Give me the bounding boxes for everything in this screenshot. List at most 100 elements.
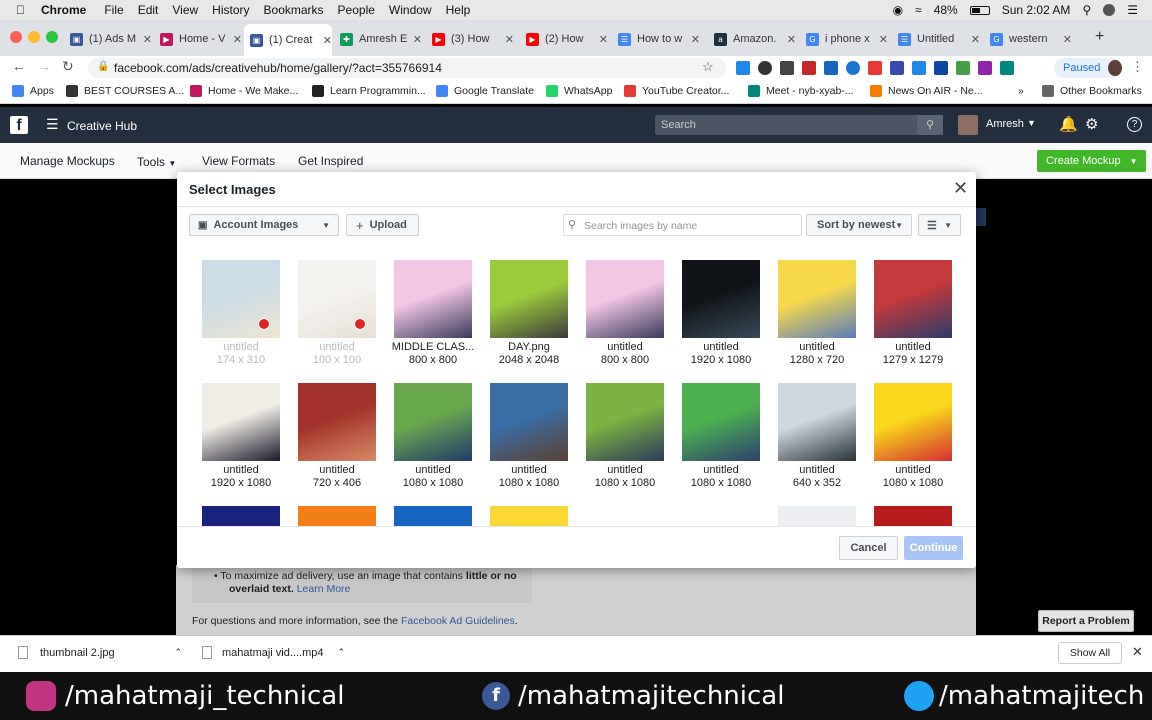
apps-shortcut[interactable]: Apps <box>12 85 54 97</box>
image-tile[interactable]: untitled 1920 x 1080 <box>673 260 769 372</box>
image-search-input[interactable]: ⚲ Search images by name <box>563 214 802 236</box>
image-tile[interactable] <box>193 506 289 526</box>
image-tile[interactable]: untitled 1920 x 1080 <box>193 383 289 495</box>
image-tile[interactable]: untitled 720 x 406 <box>289 383 385 495</box>
close-tab-icon[interactable]: ✕ <box>1063 33 1072 46</box>
close-tab-icon[interactable]: ✕ <box>879 33 888 46</box>
image-thumbnail[interactable] <box>490 260 568 338</box>
browser-tab[interactable]: ☰ How to w ✕ <box>612 28 700 50</box>
wifi-icon[interactable]: ≈ <box>915 3 922 17</box>
close-tab-icon[interactable]: ✕ <box>599 33 608 46</box>
more-bookmarks-icon[interactable]: » <box>1018 85 1024 97</box>
browser-tab[interactable]: Gi phone x ✕ <box>800 28 888 50</box>
notifications-bell-icon[interactable]: 🔔 <box>1059 115 1078 133</box>
extension-icon[interactable] <box>1000 61 1014 75</box>
image-thumbnail[interactable] <box>682 383 760 461</box>
close-tab-icon[interactable]: ✕ <box>323 34 332 47</box>
image-tile[interactable] <box>481 506 577 526</box>
close-window-icon[interactable] <box>10 31 22 43</box>
image-tile[interactable] <box>865 506 961 526</box>
omnibox[interactable]: 🔒 facebook.com/ads/creativehub/home/gall… <box>88 58 726 78</box>
browser-tab[interactable]: ▣ (1) Creat ✕ <box>244 24 332 56</box>
extension-icon[interactable] <box>934 61 948 75</box>
image-thumbnail[interactable] <box>202 506 280 526</box>
bookmark-item[interactable]: News On AIR - Ne... <box>870 85 983 97</box>
image-tile[interactable] <box>769 506 865 526</box>
bookmark-item[interactable]: Meet - nyb-xyab-... <box>748 85 854 97</box>
menu-history[interactable]: History <box>212 3 249 17</box>
battery-icon[interactable] <box>969 5 990 15</box>
image-tile[interactable] <box>385 506 481 526</box>
back-icon[interactable]: ← <box>12 58 26 74</box>
bookmark-item[interactable]: Google Translate <box>436 85 534 97</box>
image-tile[interactable]: untitled 174 x 310 <box>193 260 289 372</box>
create-mockup-button[interactable]: Create Mockup ▼ <box>1037 150 1146 172</box>
menu-help[interactable]: Help <box>446 3 471 17</box>
image-tile[interactable]: untitled 1080 x 1080 <box>673 383 769 495</box>
image-tile[interactable]: untitled 1080 x 1080 <box>577 383 673 495</box>
image-thumbnail[interactable] <box>298 383 376 461</box>
browser-tab[interactable]: a Amazon. ✕ <box>708 28 796 50</box>
bookmark-item[interactable]: YouTube Creator... <box>624 85 729 97</box>
record-icon[interactable]: ◉ <box>893 3 903 17</box>
user-avatar[interactable] <box>958 115 978 135</box>
image-thumbnail[interactable] <box>586 383 664 461</box>
extension-icon[interactable] <box>868 61 882 75</box>
extension-icon[interactable] <box>956 61 970 75</box>
manage-mockups-link[interactable]: Manage Mockups <box>20 154 115 168</box>
image-thumbnail[interactable] <box>202 383 280 461</box>
image-tile[interactable]: untitled 1279 x 1279 <box>865 260 961 372</box>
bookmark-item[interactable]: WhatsApp <box>546 85 612 97</box>
browser-tab[interactable]: ☰ Untitled ✕ <box>892 28 980 50</box>
image-thumbnail[interactable] <box>778 506 856 526</box>
lock-icon[interactable]: 🔒 <box>97 61 109 72</box>
extension-icon[interactable] <box>978 61 992 75</box>
report-problem-button[interactable]: Report a Problem <box>1038 610 1134 632</box>
close-tab-icon[interactable]: ✕ <box>971 33 980 46</box>
close-tab-icon[interactable]: ✕ <box>143 33 152 46</box>
clock[interactable]: Sun 2:02 AM <box>1002 3 1071 17</box>
image-thumbnail[interactable] <box>490 383 568 461</box>
filter-settings-dropdown[interactable]: ☰ ▼ <box>918 214 961 236</box>
new-tab-button[interactable]: + <box>1095 28 1104 46</box>
image-tile[interactable]: untitled 1080 x 1080 <box>865 383 961 495</box>
image-tile[interactable]: untitled 640 x 352 <box>769 383 865 495</box>
chevron-up-icon[interactable]: ⌃ <box>175 647 183 658</box>
spotlight-icon[interactable]: ⚲ <box>1082 3 1091 17</box>
close-tab-icon[interactable]: ✕ <box>505 33 514 46</box>
sort-dropdown[interactable]: Sort by newest ▼ <box>806 214 912 236</box>
browser-tab[interactable]: ▶ (3) How ✕ <box>426 28 514 50</box>
close-tab-icon[interactable]: ✕ <box>233 33 242 46</box>
browser-tab[interactable]: ▶ Home - V ✕ <box>154 28 242 50</box>
download-item-1[interactable]: thumbnail 2.jpg ⌃ <box>18 646 182 659</box>
image-tile[interactable]: DAY.png 2048 x 2048 <box>481 260 577 372</box>
cancel-button[interactable]: Cancel <box>839 536 898 560</box>
ad-guidelines-link[interactable]: Facebook Ad Guidelines <box>401 615 515 627</box>
menu-people[interactable]: People <box>338 3 375 17</box>
app-title[interactable]: Creative Hub <box>67 119 137 133</box>
settings-gear-icon[interactable]: ⚙ <box>1085 115 1098 133</box>
extension-icon[interactable] <box>912 61 926 75</box>
chevron-up-icon[interactable]: ⌃ <box>337 647 345 658</box>
chrome-menu-icon[interactable]: ⋮ <box>1131 59 1144 75</box>
image-tile[interactable]: MIDDLE CLAS... 800 x 800 <box>385 260 481 372</box>
image-thumbnail[interactable] <box>778 383 856 461</box>
menu-window[interactable]: Window <box>389 3 432 17</box>
image-thumbnail[interactable] <box>682 260 760 338</box>
search-icon[interactable]: ⚲ <box>917 115 943 135</box>
menu-app-name[interactable]: Chrome <box>41 3 86 17</box>
browser-tab[interactable]: ▣ (1) Ads M ✕ <box>64 28 152 50</box>
upload-button[interactable]: + Upload <box>346 214 419 236</box>
image-tile[interactable] <box>289 506 385 526</box>
image-thumbnail[interactable] <box>874 260 952 338</box>
menu-view[interactable]: View <box>172 3 198 17</box>
image-thumbnail[interactable] <box>586 506 664 526</box>
image-thumbnail[interactable] <box>682 506 760 526</box>
facebook-logo-icon[interactable]: f <box>10 116 28 134</box>
extension-icon[interactable] <box>736 61 750 75</box>
extension-icon[interactable] <box>824 61 838 75</box>
image-tile[interactable]: untitled 1080 x 1080 <box>481 383 577 495</box>
menu-bookmarks[interactable]: Bookmarks <box>264 3 324 17</box>
close-tab-icon[interactable]: ✕ <box>691 33 700 46</box>
close-downloads-icon[interactable]: ✕ <box>1132 644 1143 660</box>
